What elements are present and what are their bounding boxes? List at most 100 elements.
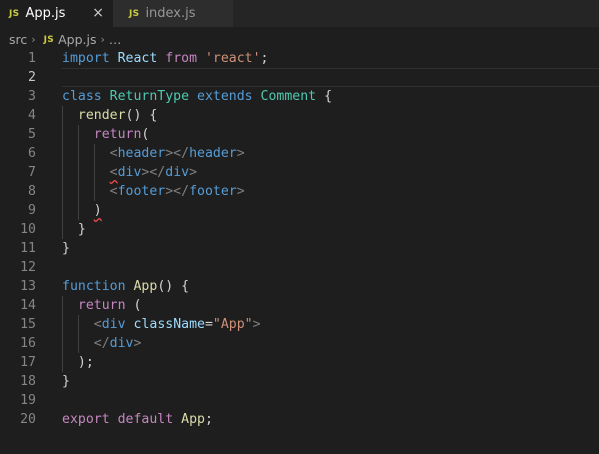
line-number: 12 — [20, 260, 36, 275]
breadcrumb-symbol[interactable]: … — [109, 32, 122, 47]
code-text: } — [62, 239, 70, 258]
code-token: React — [117, 51, 158, 66]
code-token: ( — [141, 127, 150, 142]
indent-guide — [62, 334, 63, 353]
line-number: 17 — [20, 355, 36, 370]
line-number: 18 — [20, 374, 36, 389]
code-line[interactable]: 6 <header></header> — [0, 144, 599, 163]
indent-guide — [62, 163, 63, 182]
code-line[interactable]: 3 class ReturnType extends Comment { — [0, 87, 599, 106]
code-line[interactable]: 14 return ( — [0, 296, 599, 315]
indent-guide — [77, 144, 79, 163]
code-line[interactable]: 15 <div className="App"> — [0, 315, 599, 334]
code-token: 'react' — [204, 51, 261, 66]
code-token: ); — [62, 355, 94, 370]
code-line[interactable]: 4 render() { — [0, 106, 599, 125]
code-line[interactable]: 7 <div></div> — [0, 163, 599, 182]
indent-guide — [62, 353, 63, 372]
code-token: default — [117, 412, 174, 427]
code-text: <footer></footer> — [62, 182, 245, 201]
line-number: 6 — [28, 146, 36, 161]
code-token: < — [109, 146, 118, 161]
code-token: Comment — [260, 89, 317, 104]
line-number: 1 — [28, 51, 36, 66]
code-token: div — [101, 317, 126, 332]
code-line[interactable]: 13 function App() { — [0, 277, 599, 296]
tab-app-js[interactable]: JS App.js × — [0, 0, 113, 27]
code-line[interactable]: 2 — [0, 68, 599, 87]
indent-guide — [77, 315, 79, 334]
indent-guide — [62, 201, 63, 220]
code-text: ); — [62, 353, 94, 372]
line-number: 20 — [20, 412, 36, 427]
code-token: < — [93, 317, 102, 332]
breadcrumb-file[interactable]: App.js — [58, 32, 96, 47]
code-text: } — [62, 372, 70, 391]
code-line[interactable]: 12 — [0, 258, 599, 277]
code-line[interactable]: 18} — [0, 372, 599, 391]
chevron-right-icon: › — [100, 33, 105, 46]
code-line[interactable]: 9 ) — [0, 201, 599, 220]
indent-guide — [93, 163, 95, 182]
line-number: 5 — [28, 127, 36, 142]
indent-guide — [77, 163, 79, 182]
error-token: ) — [93, 203, 102, 218]
code-line[interactable]: 16 </div> — [0, 334, 599, 353]
code-token: > — [133, 336, 142, 351]
code-token: = — [204, 317, 213, 332]
indent-guide — [77, 201, 79, 220]
code-token: ></ — [141, 165, 166, 180]
code-token: > — [252, 317, 261, 332]
line-number: 10 — [20, 222, 36, 237]
code-line[interactable]: 1 import React from 'react'; — [0, 49, 599, 68]
code-token: from — [165, 51, 198, 66]
indent-guide — [93, 182, 95, 201]
code-token: extends — [197, 89, 253, 104]
code-line[interactable]: 17 ); — [0, 353, 599, 372]
line-number: 9 — [28, 203, 36, 218]
indent-guide — [93, 144, 95, 163]
code-line[interactable]: 19 — [0, 391, 599, 410]
code-text: <header></header> — [62, 144, 245, 163]
breadcrumb-folder[interactable]: src — [9, 32, 27, 47]
chevron-right-icon: › — [31, 33, 36, 46]
code-token: ReturnType — [109, 89, 190, 104]
indent-guide — [77, 334, 79, 353]
code-token: "App" — [212, 317, 253, 332]
javascript-file-icon: JS — [43, 34, 55, 45]
code-token: > — [236, 184, 245, 199]
code-token: header — [117, 146, 166, 161]
code-token: return — [77, 298, 126, 313]
tab-index-js[interactable]: JS index.js — [113, 0, 233, 27]
code-token: </ — [93, 336, 110, 351]
code-line[interactable]: 8 <footer></footer> — [0, 182, 599, 201]
code-token: < — [109, 184, 118, 199]
code-text: } — [62, 220, 86, 239]
code-token: } — [62, 241, 70, 256]
code-text: render() { — [62, 106, 157, 125]
code-token: } — [62, 374, 70, 389]
code-line[interactable]: 10 } — [0, 220, 599, 239]
line-number: 4 — [28, 108, 36, 123]
code-line[interactable]: 11} — [0, 239, 599, 258]
code-editor[interactable]: 1 import React from 'react'; 2 3 class Retur… — [0, 49, 599, 429]
code-token: ; — [260, 51, 269, 66]
indent-guide — [62, 296, 63, 315]
close-icon[interactable]: × — [92, 5, 104, 21]
code-line[interactable]: 20 export default App; — [0, 410, 599, 429]
code-line[interactable]: 5 return( — [0, 125, 599, 144]
code-token: div — [109, 336, 134, 351]
tab-label: index.js — [145, 6, 196, 21]
line-number: 8 — [28, 184, 36, 199]
line-number: 16 — [20, 336, 36, 351]
editor-tab-bar: JS App.js × JS index.js — [0, 0, 599, 27]
code-token: > — [236, 146, 245, 161]
